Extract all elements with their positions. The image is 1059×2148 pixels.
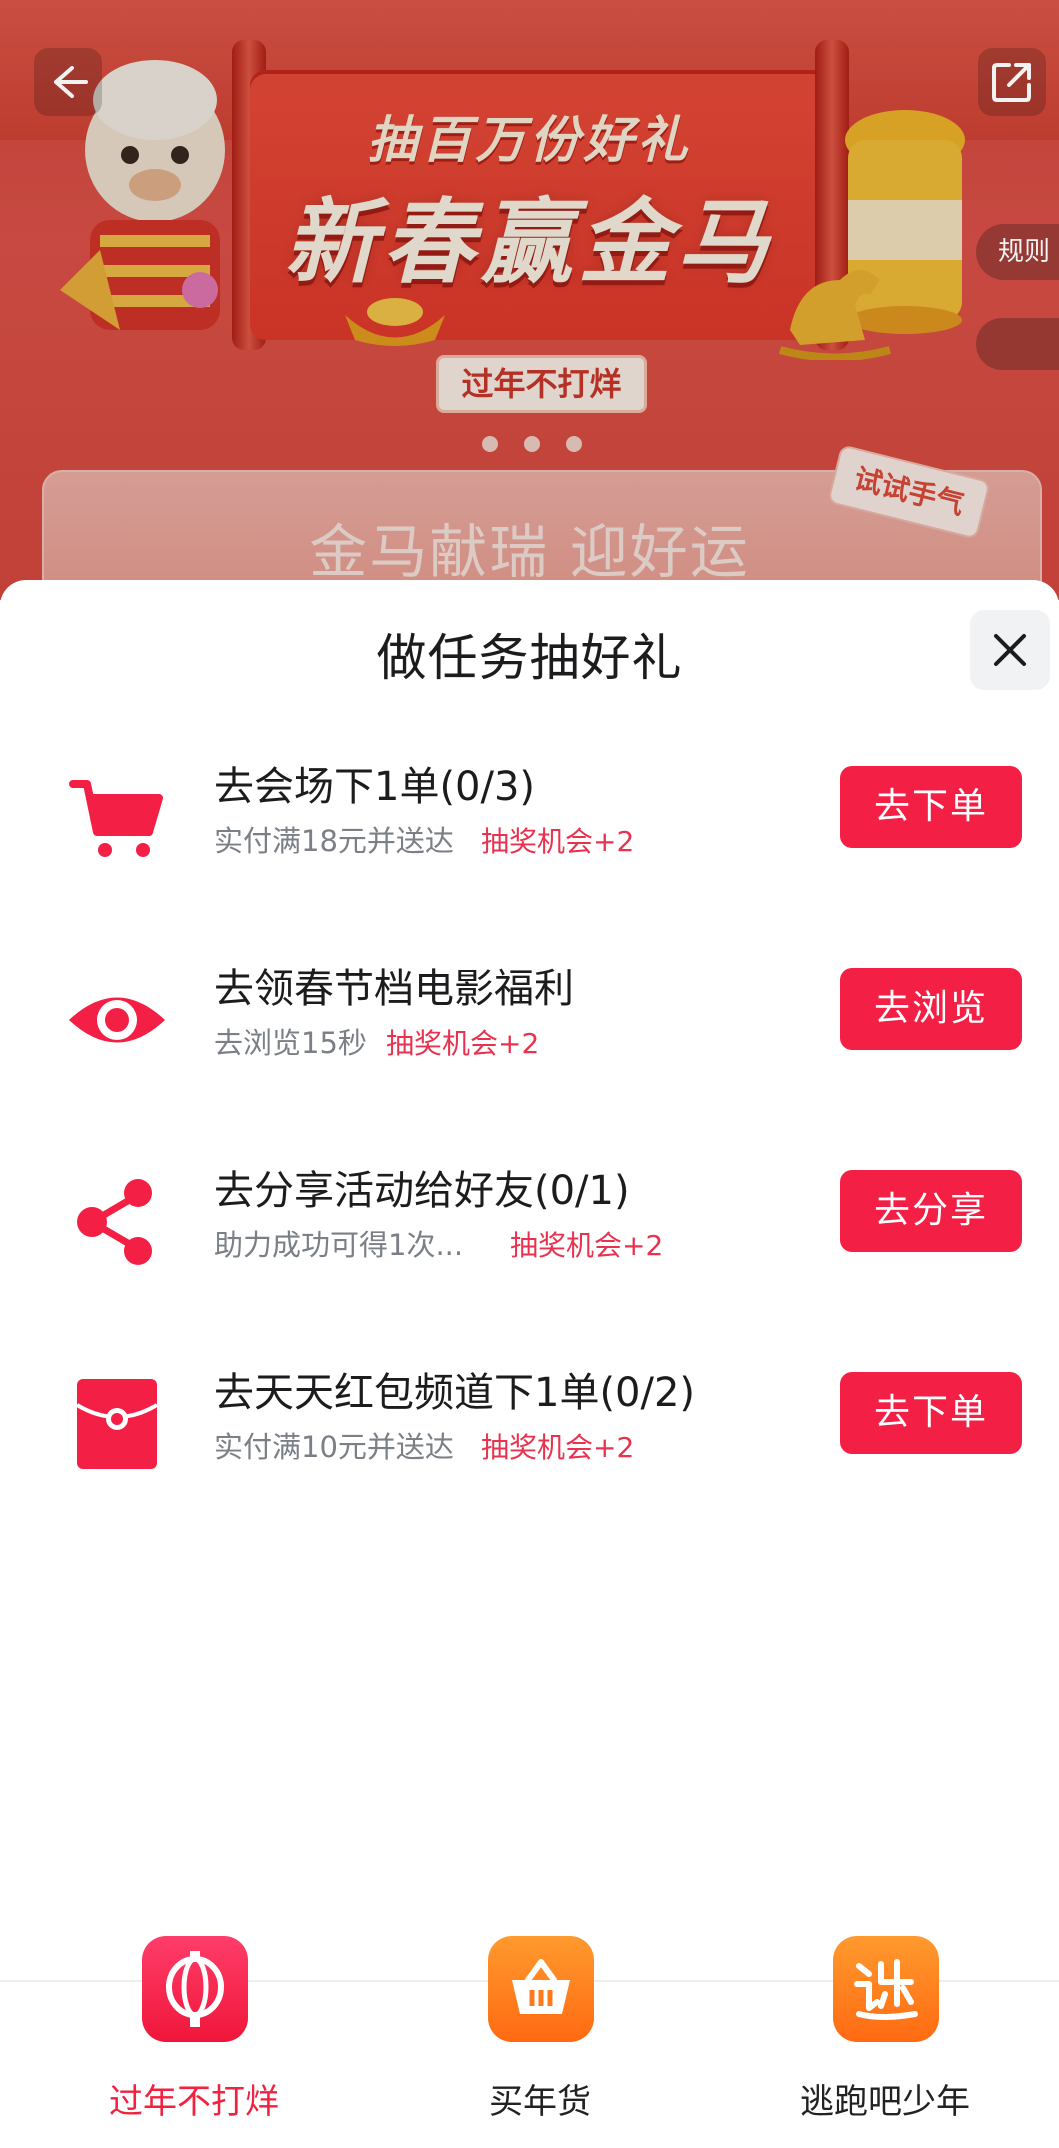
promo-banner: 抽百万份好礼 新春赢金马 过年不打烊 金马献瑞 迎好运 试试手气 规则	[0, 0, 1059, 600]
eye-icon	[62, 970, 172, 1070]
task-desc: 助力成功可得1次...	[214, 1228, 464, 1262]
red-envelope-icon	[62, 1374, 172, 1474]
rules-button[interactable]: 规则	[976, 224, 1059, 280]
task-reward: 抽奖机会+2	[481, 825, 635, 858]
task-desc: 实付满10元并送达	[214, 1430, 454, 1464]
nav-label: 逃跑吧少年	[800, 2082, 970, 2122]
nav-label: 买年货	[489, 2082, 591, 2122]
share-button[interactable]	[978, 48, 1046, 116]
sheet-title: 做任务抽好礼	[376, 629, 683, 687]
close-button[interactable]	[970, 610, 1050, 690]
side-chip[interactable]	[976, 318, 1059, 370]
task-action-button[interactable]: 去分享	[840, 1170, 1022, 1252]
lantern-icon	[142, 1936, 248, 2042]
task-sheet: 做任务抽好礼 去会场下1单(0/3) 实付满18元并送达 抽奖机会+2 去下单	[0, 580, 1059, 2148]
task-title: 去分享活动给好友(0/1)	[214, 1168, 630, 1214]
task-row: 去天天红包频道下1单(0/2) 实付满10元并送达 抽奖机会+2 去下单	[0, 1360, 1059, 1480]
close-icon	[994, 634, 1026, 666]
task-title: 去天天红包频道下1单(0/2)	[214, 1370, 696, 1416]
task-row: 去会场下1单(0/3) 实付满18元并送达 抽奖机会+2 去下单	[0, 754, 1059, 874]
task-row: 去领春节档电影福利 去浏览15秒 抽奖机会+2 去浏览	[0, 956, 1059, 1076]
task-action-button[interactable]: 去浏览	[840, 968, 1022, 1050]
cart-icon	[62, 768, 172, 868]
nav-item-spring-festival[interactable]: 过年不打烊	[74, 1936, 314, 2126]
back-button[interactable]	[34, 48, 102, 116]
task-action-button[interactable]: 去下单	[840, 1372, 1022, 1454]
share-icon	[62, 1172, 172, 1272]
task-action-button[interactable]: 去下单	[840, 766, 1022, 848]
task-row: 去分享活动给好友(0/1) 助力成功可得1次... 抽奖机会+2 去分享	[0, 1158, 1059, 1278]
task-title: 去会场下1单(0/3)	[214, 764, 536, 810]
nav-item-run-boy[interactable]: 逃跑吧少年	[765, 1936, 1005, 2126]
escape-icon	[833, 1936, 939, 2042]
nav-item-new-year-goods[interactable]: 买年货	[420, 1936, 660, 2126]
external-share-icon	[992, 63, 1031, 102]
task-desc: 实付满18元并送达	[214, 824, 454, 858]
back-arrow-icon	[54, 66, 88, 98]
task-reward: 抽奖机会+2	[510, 1229, 664, 1262]
task-reward: 抽奖机会+2	[481, 1431, 635, 1464]
task-desc: 去浏览15秒	[214, 1026, 367, 1060]
nav-label: 过年不打烊	[109, 2082, 279, 2122]
task-title: 去领春节档电影福利	[214, 966, 574, 1012]
modal-overlay[interactable]	[0, 0, 1059, 600]
task-reward: 抽奖机会+2	[386, 1027, 540, 1060]
basket-icon	[488, 1936, 594, 2042]
